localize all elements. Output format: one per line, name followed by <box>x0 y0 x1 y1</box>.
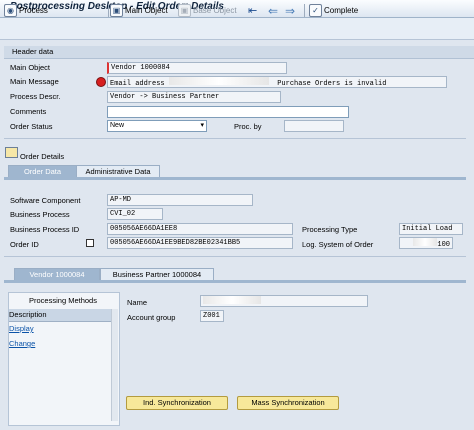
redacted-block <box>203 296 261 304</box>
business-process-id-field[interactable]: 005056AE66DA1EE8 <box>107 223 293 235</box>
tab-strip-line <box>4 280 466 283</box>
main-message-label: Main Message <box>10 77 59 86</box>
divider <box>4 256 466 257</box>
proc-by-label: Proc. by <box>234 122 262 131</box>
collapse-icon[interactable] <box>5 147 18 158</box>
main-object-button[interactable]: ▣ Main Object <box>110 3 168 18</box>
object-icon: ▣ <box>110 4 123 17</box>
tab-strip-line <box>4 177 466 180</box>
complete-icon: ✓ <box>309 4 322 17</box>
back-arrow-icon[interactable]: ⇤ <box>248 3 257 18</box>
business-process-label: Business Process <box>10 210 70 219</box>
complete-button[interactable]: ✓ Complete <box>309 3 358 18</box>
method-display-link[interactable]: Display <box>9 324 34 333</box>
order-status-label: Order Status <box>10 122 53 131</box>
account-group-label: Account group <box>127 313 176 322</box>
proc-by-field[interactable] <box>284 120 344 132</box>
mass-synchronization-button[interactable]: Mass Synchronization <box>237 396 339 410</box>
main-object-field[interactable]: Vendor 1000084 <box>107 62 287 74</box>
main-object-label: Main Object <box>10 63 51 72</box>
comments-field[interactable] <box>107 106 349 118</box>
order-status-select[interactable]: New ▾ <box>107 120 207 132</box>
checkbox-icon[interactable] <box>86 239 94 247</box>
error-icon <box>96 77 106 87</box>
process-button[interactable]: ◉ Process <box>4 3 48 18</box>
application-toolbar <box>0 18 474 40</box>
name-field[interactable] <box>200 295 368 307</box>
main-message-field[interactable]: Email address Purchase Orders is invalid <box>107 76 447 88</box>
order-details-title: Order Details <box>20 152 65 161</box>
processing-type-field[interactable]: Initial Load <box>399 223 463 235</box>
business-process-id-label: Business Process ID <box>10 225 80 234</box>
right-arrow-icon[interactable]: ⇒ <box>285 3 295 18</box>
processing-methods-title: Processing Methods <box>29 296 97 305</box>
software-component-field[interactable]: AP-MD <box>107 194 253 206</box>
column-header-description[interactable]: Description <box>9 309 111 322</box>
name-label: Name <box>127 298 148 307</box>
redacted-block <box>168 77 269 85</box>
header-data-bar: Header data <box>4 46 474 59</box>
left-arrow-icon[interactable]: ⇐ <box>268 3 278 18</box>
toolbar-separator <box>304 4 305 17</box>
divider <box>4 138 466 139</box>
order-id-label: Order ID <box>10 240 39 249</box>
business-process-field[interactable]: CVI_02 <box>107 208 163 220</box>
account-group-field[interactable]: Z001 <box>200 310 224 322</box>
log-system-field[interactable]: 100 <box>399 237 453 249</box>
process-descr-field[interactable]: Vendor -> Business Partner <box>107 91 281 103</box>
processing-type-label: Processing Type <box>302 225 358 234</box>
base-object-button[interactable]: ▣ Base Object <box>178 3 237 18</box>
scrollbar[interactable] <box>111 309 118 421</box>
method-change-link[interactable]: Change <box>9 339 35 348</box>
process-descr-label: Process Descr. <box>10 92 61 101</box>
redacted-block <box>413 238 438 246</box>
object-icon: ▣ <box>178 4 191 17</box>
chevron-down-icon: ▾ <box>200 122 204 129</box>
process-icon: ◉ <box>4 4 17 17</box>
ind-synchronization-button[interactable]: Ind. Synchronization <box>126 396 228 410</box>
order-id-field[interactable]: 005056AE66DA1EE9BED82BE02341BB5 <box>107 237 293 249</box>
toolbar-separator <box>108 4 109 17</box>
comments-label: Comments <box>10 107 47 116</box>
software-component-label: Software Component <box>10 196 81 205</box>
log-system-label: Log. System of Order <box>302 240 374 249</box>
